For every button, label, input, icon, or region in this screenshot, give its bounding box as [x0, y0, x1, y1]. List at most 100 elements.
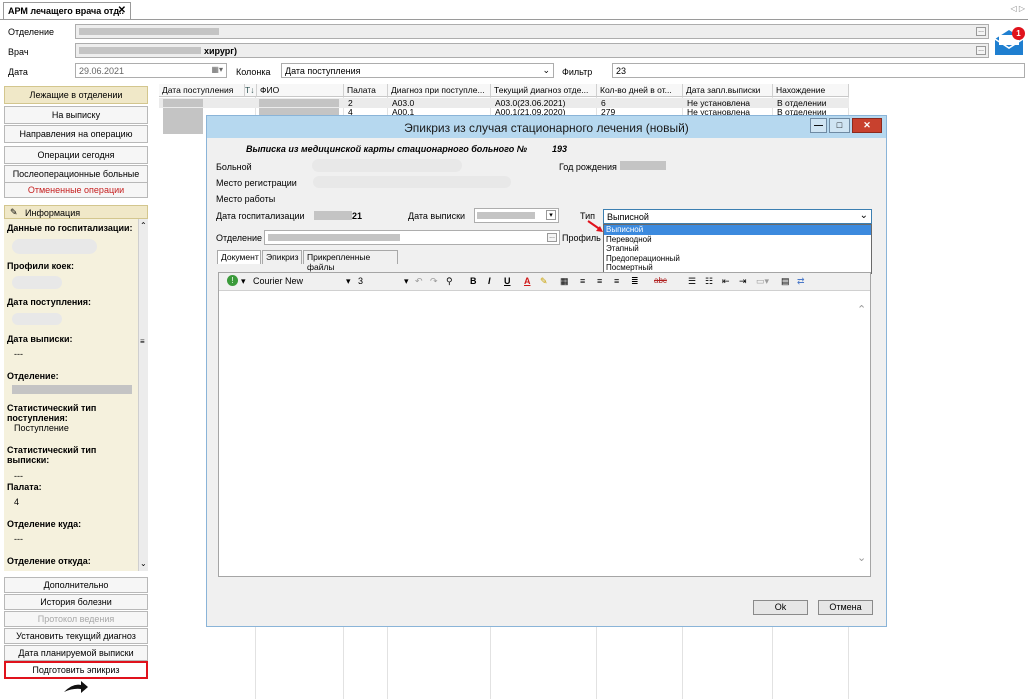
chevron-down-icon[interactable]: ⌄ — [542, 65, 550, 76]
dropdown-option[interactable]: Этапный — [604, 244, 871, 254]
column-header[interactable]: Дата поступления — [159, 84, 245, 97]
tab-close-icon[interactable]: ✕ — [118, 5, 126, 16]
discharge-date-field[interactable]: ▾ — [474, 208, 559, 223]
cancel-button[interactable]: Отмена — [818, 600, 873, 615]
protocol-button[interactable]: Протокол ведения — [4, 611, 148, 627]
info-scrollbar[interactable]: ⌃ ≡ ⌄ — [138, 219, 148, 571]
tab-arm-doctor[interactable]: АРМ лечащего врача отд.. ✕ — [3, 2, 131, 19]
filter-input[interactable]: 23 — [612, 63, 1025, 78]
redo-icon[interactable]: ↷ — [430, 276, 438, 287]
font-size-dropdown-icon[interactable]: ▾ — [404, 276, 409, 287]
dropdown-arrow-icon[interactable]: ▾ — [546, 210, 556, 220]
hosp-date-blur — [314, 211, 352, 220]
nav-button-in-department[interactable]: Лежащие в отделении — [4, 86, 148, 104]
department-label: Отделение — [216, 233, 263, 243]
tab-document[interactable]: Документ — [217, 250, 261, 264]
dropdown-option[interactable]: Предоперационный — [604, 254, 871, 264]
date-label: Дата — [8, 67, 28, 77]
nav-button-to-discharge[interactable]: На выписку — [4, 106, 148, 124]
dept-field[interactable]: ... — [75, 24, 989, 39]
spell-dropdown-icon[interactable]: ▾ — [241, 276, 246, 287]
italic-icon[interactable]: I — [488, 276, 491, 286]
font-color-icon[interactable]: A — [524, 276, 531, 286]
bold-icon[interactable]: B — [470, 276, 477, 286]
date-value: 29.06.2021 — [79, 66, 125, 76]
tab-epicrisis[interactable]: Эпикриз — [262, 250, 302, 264]
planned-discharge-button[interactable]: Дата планируемой выписки — [4, 645, 148, 661]
prepare-epicrisis-button[interactable]: Подготовить эпикриз — [4, 661, 148, 679]
strikethrough-icon[interactable]: abc — [654, 276, 667, 285]
numbered-list-icon[interactable]: ☰ — [688, 276, 696, 287]
scroll-grip-icon[interactable]: ≡ — [140, 337, 145, 346]
dept-select-button[interactable]: ... — [976, 27, 986, 36]
info-dept-to-label: Отделение куда: — [7, 519, 82, 529]
font-name[interactable]: Courier New — [253, 276, 303, 286]
dropdown-option[interactable]: Переводной — [604, 235, 871, 245]
date-field[interactable]: 29.06.2021 ▦▾ — [75, 63, 227, 78]
info-dept-to-value: --- — [14, 534, 23, 544]
calendar-icon[interactable]: ▦▾ — [211, 65, 223, 74]
sort-icon[interactable]: T↓ — [245, 84, 257, 97]
department-field[interactable]: ... — [264, 230, 560, 245]
align-left-icon[interactable]: ≡ — [580, 276, 585, 286]
editor-scroll-up-icon[interactable]: ⌃ — [857, 303, 866, 316]
scroll-up-icon[interactable]: ⌃ — [140, 221, 147, 230]
underline-icon[interactable]: U — [504, 276, 511, 286]
column-header[interactable]: Палата — [344, 84, 388, 97]
column-header[interactable]: Нахождение — [773, 84, 849, 97]
nav-button-operations-today[interactable]: Операции сегодня — [4, 146, 148, 164]
registration-label: Место регистрации — [216, 178, 297, 188]
font-name-dropdown-icon[interactable]: ▾ — [346, 276, 351, 287]
nav-button-postoperative[interactable]: Послеоперационные больные — [4, 165, 148, 183]
tab-nav-arrows-icon[interactable]: ◁ ▷ — [1010, 4, 1025, 13]
column-header[interactable]: Текущий диагноз отде... — [491, 84, 597, 97]
chevron-down-icon[interactable]: ⌄ — [860, 210, 868, 221]
dialog-title-bar[interactable]: Эпикриз из случая стационарного лечения … — [207, 116, 886, 138]
type-dropdown-list: Выписной Переводной Этапный Предоперацио… — [603, 224, 872, 274]
format-icon[interactable]: ⇄ — [797, 276, 805, 287]
column-header[interactable]: Диагноз при поступле... — [388, 84, 491, 97]
tab-attached-files[interactable]: Прикрепленные файлы — [303, 250, 398, 272]
ok-button[interactable]: Ok — [753, 600, 808, 615]
paste-icon[interactable]: ▤ — [781, 276, 790, 287]
info-discharge-date-value: --- — [14, 349, 23, 359]
edit-icon: ✎ — [10, 207, 18, 217]
align-center-icon[interactable]: ≡ — [597, 276, 602, 286]
column-select[interactable]: Дата поступления ⌄ — [281, 63, 554, 78]
minimize-icon[interactable]: — — [810, 118, 827, 133]
column-label: Колонка — [236, 67, 271, 77]
align-justify-icon[interactable]: ≣ — [631, 276, 639, 287]
info-department-label: Отделение: — [7, 371, 59, 381]
case-history-button[interactable]: История болезни — [4, 594, 148, 610]
type-select[interactable]: Выписной ⌄ — [603, 209, 872, 224]
find-icon[interactable]: ⚲ — [446, 276, 453, 287]
highlight-icon[interactable]: ✎ — [540, 276, 548, 287]
bullet-list-icon[interactable]: ☷ — [705, 276, 713, 287]
insert-image-icon[interactable]: ▭▾ — [756, 276, 769, 287]
scroll-down-icon[interactable]: ⌄ — [140, 559, 147, 568]
spell-check-icon[interactable]: ! — [227, 275, 238, 286]
align-right-icon[interactable]: ≡ — [614, 276, 619, 286]
mail-icon[interactable]: 1 — [993, 27, 1025, 57]
more-button[interactable]: Дополнительно — [4, 577, 148, 593]
indent-icon[interactable]: ⇥ — [739, 276, 747, 287]
table-icon[interactable]: ▦ — [560, 276, 569, 287]
department-select-button[interactable]: ... — [547, 233, 557, 242]
nav-button-cancelled-operations[interactable]: Отмененные операции — [4, 182, 148, 198]
document-editor[interactable]: ! ▾ Courier New ▾ 3 ▾ ↶ ↷ ⚲ B I U A ✎ ▦ … — [218, 272, 871, 577]
maximize-icon[interactable]: □ — [829, 118, 850, 133]
doctor-select-button[interactable]: ... — [976, 46, 986, 55]
close-icon[interactable]: ✕ — [852, 118, 882, 133]
info-header[interactable]: ✎ Информация — [4, 205, 148, 219]
doctor-field[interactable]: хирург) ... — [75, 43, 989, 58]
dropdown-option[interactable]: Выписной — [604, 225, 871, 235]
undo-icon[interactable]: ↶ — [415, 276, 423, 287]
nav-button-operation-referrals[interactable]: Направления на операцию — [4, 125, 148, 143]
column-header[interactable]: Дата запл.выписки — [683, 84, 773, 97]
column-header[interactable]: ФИО — [257, 84, 344, 97]
outdent-icon[interactable]: ⇤ — [722, 276, 730, 287]
font-size[interactable]: 3 — [358, 276, 363, 286]
editor-scroll-down-icon[interactable]: ⌄ — [857, 551, 866, 564]
column-header[interactable]: Кол-во дней в от... — [597, 84, 683, 97]
set-diagnosis-button[interactable]: Установить текущий диагноз — [4, 628, 148, 644]
